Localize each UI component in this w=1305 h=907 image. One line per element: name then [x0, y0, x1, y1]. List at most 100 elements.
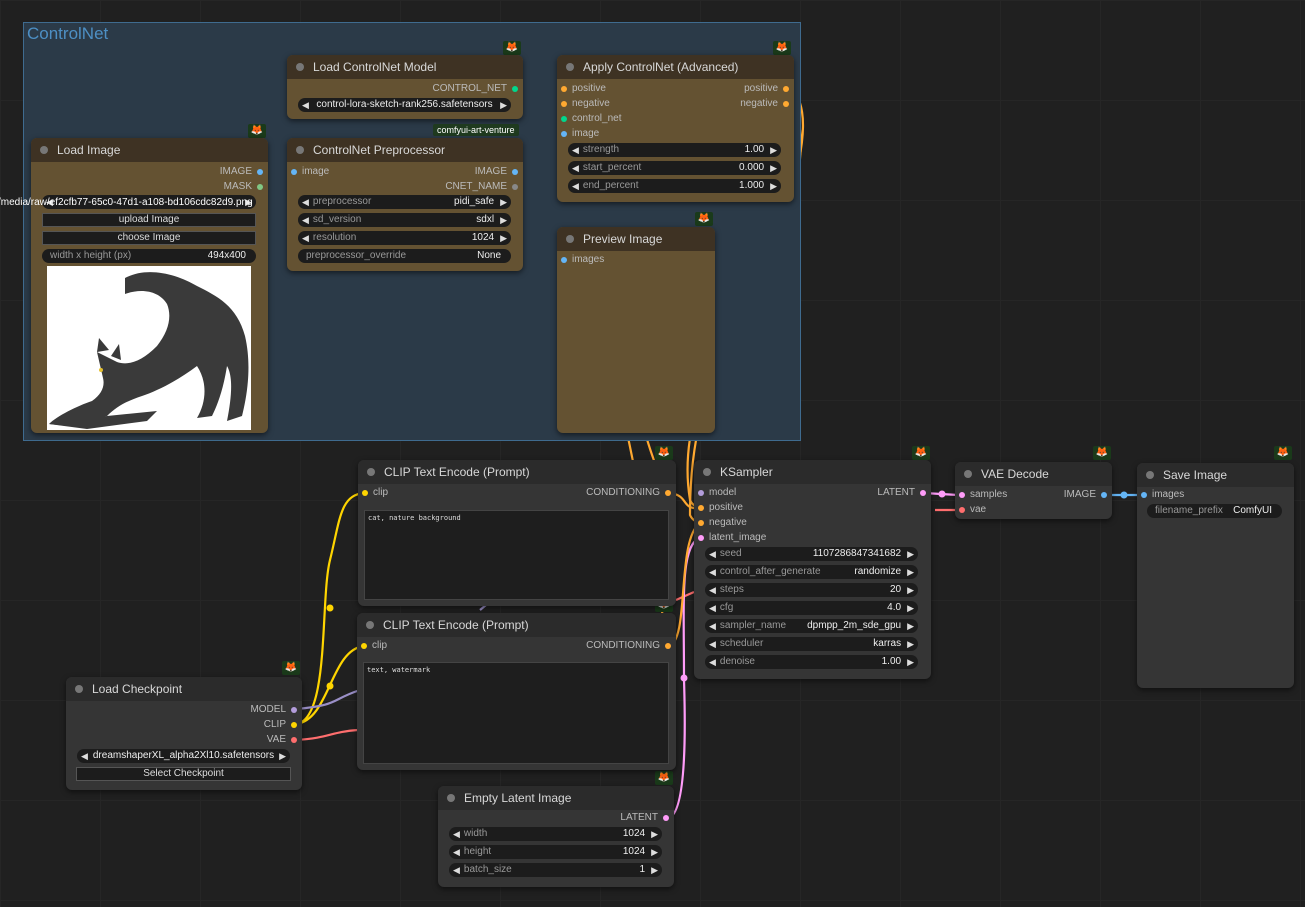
cnet-name-output[interactable]: CNET_NAME	[445, 180, 520, 194]
select-checkpoint-button[interactable]: Select Checkpoint	[76, 767, 291, 781]
filename-prefix-input[interactable]: filename_prefix ComfyUI	[1147, 504, 1282, 518]
model-input[interactable]: model	[696, 486, 736, 500]
steps-widget[interactable]: ◀ steps 20 ▶	[705, 583, 918, 597]
node-badge-icon: 🦊	[282, 661, 300, 675]
right-arrow-icon: ▶	[500, 100, 507, 110]
control-net-input[interactable]: control_net	[559, 112, 621, 126]
collapse-dot[interactable]	[75, 685, 83, 693]
collapse-dot[interactable]	[566, 63, 574, 71]
preprocessor-override-widget[interactable]: preprocessor_override None	[298, 249, 511, 263]
clip-output[interactable]: CLIP	[264, 718, 299, 732]
empty-latent-image-node[interactable]: Empty Latent Image LATENT ◀ width 1024 ▶ ◀ h…	[438, 786, 674, 887]
controlnet-preprocessor-node[interactable]: ControlNet Preprocessor image IMAGE CNET…	[287, 138, 523, 271]
load-controlnet-model-node[interactable]: Load ControlNet Model CONTROL_NET ◀ contr…	[287, 55, 523, 119]
latent-output[interactable]: LATENT	[620, 811, 671, 825]
image-input[interactable]: image	[289, 165, 329, 179]
sampler-name-combo[interactable]: ◀ sampler_name dpmpp_2m_sde_gpu ▶	[705, 619, 918, 633]
latent-image-input[interactable]: latent_image	[696, 531, 766, 545]
strength-widget[interactable]: ◀ strength 1.00 ▶	[568, 143, 781, 157]
width-widget[interactable]: ◀ width 1024 ▶	[449, 827, 662, 841]
clip-input[interactable]: clip	[360, 486, 388, 500]
left-arrow-icon: ◀	[709, 567, 716, 577]
node-badge-icon: 🦊	[912, 446, 930, 460]
mask-output[interactable]: MASK	[224, 180, 265, 194]
node-title: Save Image	[1163, 468, 1228, 482]
denoise-widget[interactable]: ◀ denoise 1.00 ▶	[705, 655, 918, 669]
height-widget[interactable]: ◀ height 1024 ▶	[449, 845, 662, 859]
collapse-dot[interactable]	[296, 146, 304, 154]
scheduler-combo[interactable]: ◀ scheduler karras ▶	[705, 637, 918, 651]
negative-output[interactable]: negative	[740, 97, 791, 111]
model-output[interactable]: MODEL	[250, 703, 299, 717]
end-percent-widget[interactable]: ◀ end_percent 1.000 ▶	[568, 179, 781, 193]
vae-output[interactable]: VAE	[267, 733, 299, 747]
right-arrow-icon: ▶	[770, 181, 777, 191]
prompt-textarea[interactable]: text, watermark	[363, 662, 669, 764]
load-checkpoint-node[interactable]: Load Checkpoint MODEL CLIP VAE ◀ dreamsha…	[66, 677, 302, 790]
cat-illustration	[49, 272, 249, 429]
negative-input[interactable]: negative	[696, 516, 747, 530]
conditioning-output[interactable]: CONDITIONING	[586, 486, 673, 500]
resolution-widget[interactable]: ◀ resolution 1024 ▶	[298, 231, 511, 245]
control-after-generate-combo[interactable]: ◀ control_after_generate randomize ▶	[705, 565, 918, 579]
left-arrow-icon: ◀	[572, 163, 579, 173]
vae-input[interactable]: vae	[957, 503, 986, 517]
latent-output[interactable]: LATENT	[877, 486, 928, 500]
preview-image-node[interactable]: Preview Image images	[557, 227, 715, 433]
clip-input[interactable]: clip	[359, 639, 387, 653]
image-filename: /media/raw/ef2cfb77-65c0-47d1-a108-bd106…	[0, 197, 253, 208]
positive-input[interactable]: positive	[559, 82, 606, 96]
collapse-dot[interactable]	[40, 146, 48, 154]
model-name-combo[interactable]: ◀ control-lora-sketch-rank256.safetensors…	[298, 98, 511, 112]
collapse-dot[interactable]	[296, 63, 304, 71]
batch-size-widget[interactable]: ◀ batch_size 1 ▶	[449, 863, 662, 877]
positive-input[interactable]: positive	[696, 501, 743, 515]
node-title: ControlNet Preprocessor	[313, 143, 446, 157]
image-output[interactable]: IMAGE	[220, 165, 265, 179]
collapse-dot[interactable]	[447, 794, 455, 802]
negative-input[interactable]: negative	[559, 97, 610, 111]
cat-image-preview	[47, 266, 251, 430]
apply-controlnet-node[interactable]: Apply ControlNet (Advanced) positive neg…	[557, 55, 794, 202]
images-input[interactable]: images	[1139, 488, 1184, 502]
collapse-dot[interactable]	[367, 468, 375, 476]
sd-version-combo[interactable]: ◀ sd_version sdxl ▶	[298, 213, 511, 227]
ckpt-name-combo[interactable]: ◀ dreamshaperXL_alpha2Xl10.safetensors ▶	[77, 749, 290, 763]
collapse-dot[interactable]	[964, 470, 972, 478]
node-title: Load Image	[57, 143, 121, 157]
ksampler-node[interactable]: KSampler model positive negative latent_…	[694, 460, 931, 679]
start-percent-widget[interactable]: ◀ start_percent 0.000 ▶	[568, 161, 781, 175]
positive-output[interactable]: positive	[744, 82, 791, 96]
right-arrow-icon: ▶	[500, 197, 507, 207]
images-input[interactable]: images	[559, 253, 604, 267]
collapse-dot[interactable]	[566, 235, 574, 243]
right-arrow-icon: ▶	[907, 603, 914, 613]
prompt-textarea[interactable]: cat, nature background	[364, 510, 669, 600]
left-arrow-icon: ◀	[709, 657, 716, 667]
preprocessor-combo[interactable]: ◀ preprocessor pidi_safe ▶	[298, 195, 511, 209]
node-badge-icon: 🦊	[1274, 446, 1292, 460]
right-arrow-icon: ▶	[907, 657, 914, 667]
clip-text-encode-positive-node[interactable]: CLIP Text Encode (Prompt) clip CONDITION…	[358, 460, 676, 606]
cfg-widget[interactable]: ◀ cfg 4.0 ▶	[705, 601, 918, 615]
clip-text-encode-negative-node[interactable]: CLIP Text Encode (Prompt) clip CONDITION…	[357, 613, 676, 770]
size-widget: width x height (px) 494x400	[42, 249, 256, 263]
upload-image-button[interactable]: upload Image	[42, 213, 256, 227]
collapse-dot[interactable]	[1146, 471, 1154, 479]
image-input[interactable]: image	[559, 127, 599, 141]
image-output[interactable]: IMAGE	[475, 165, 520, 179]
control-net-output[interactable]: CONTROL_NET	[433, 82, 520, 96]
choose-image-button[interactable]: choose Image	[42, 231, 256, 245]
seed-widget[interactable]: ◀ seed 1107286847341682 ▶	[705, 547, 918, 561]
right-arrow-icon: ▶	[651, 829, 658, 839]
conditioning-output[interactable]: CONDITIONING	[586, 639, 673, 653]
collapse-dot[interactable]	[703, 468, 711, 476]
left-arrow-icon: ◀	[709, 585, 716, 595]
load-image-node[interactable]: Load Image IMAGE MASK ◀ ▶ upload Image ch…	[31, 138, 268, 433]
save-image-node[interactable]: Save Image images filename_prefix ComfyUI	[1137, 463, 1294, 688]
node-badge-icon: 🦊	[773, 41, 791, 55]
image-output[interactable]: IMAGE	[1064, 488, 1109, 502]
vae-decode-node[interactable]: VAE Decode samples vae IMAGE	[955, 462, 1112, 519]
collapse-dot[interactable]	[366, 621, 374, 629]
samples-input[interactable]: samples	[957, 488, 1007, 502]
